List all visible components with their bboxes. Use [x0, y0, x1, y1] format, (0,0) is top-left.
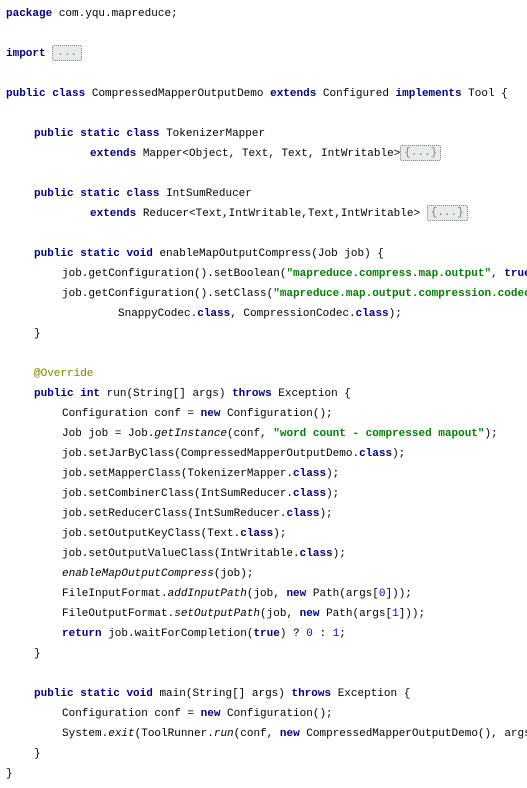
line-run-sig: public int run(String[] args) throws Exc… [6, 384, 521, 404]
line-reducer: public static class IntSumReducer [6, 184, 521, 204]
line-package: package com.yqu.mapreduce; [6, 4, 521, 24]
line-import: import ... [6, 44, 521, 64]
fold-tokenizer[interactable]: {...} [400, 145, 441, 161]
line-enable-sig: public static void enableMapOutputCompre… [6, 244, 521, 264]
code-block: package com.yqu.mapreduce; import ... pu… [6, 4, 521, 784]
fold-reducer[interactable]: {...} [427, 205, 468, 221]
line-class-close: } [6, 764, 521, 784]
fold-import[interactable]: ... [52, 45, 82, 61]
line-class-decl: public class CompressedMapperOutputDemo … [6, 84, 521, 104]
line-override: @Override [6, 364, 521, 384]
line-main-sig: public static void main(String[] args) t… [6, 684, 521, 704]
line-tokenizer: public static class TokenizerMapper [6, 124, 521, 144]
